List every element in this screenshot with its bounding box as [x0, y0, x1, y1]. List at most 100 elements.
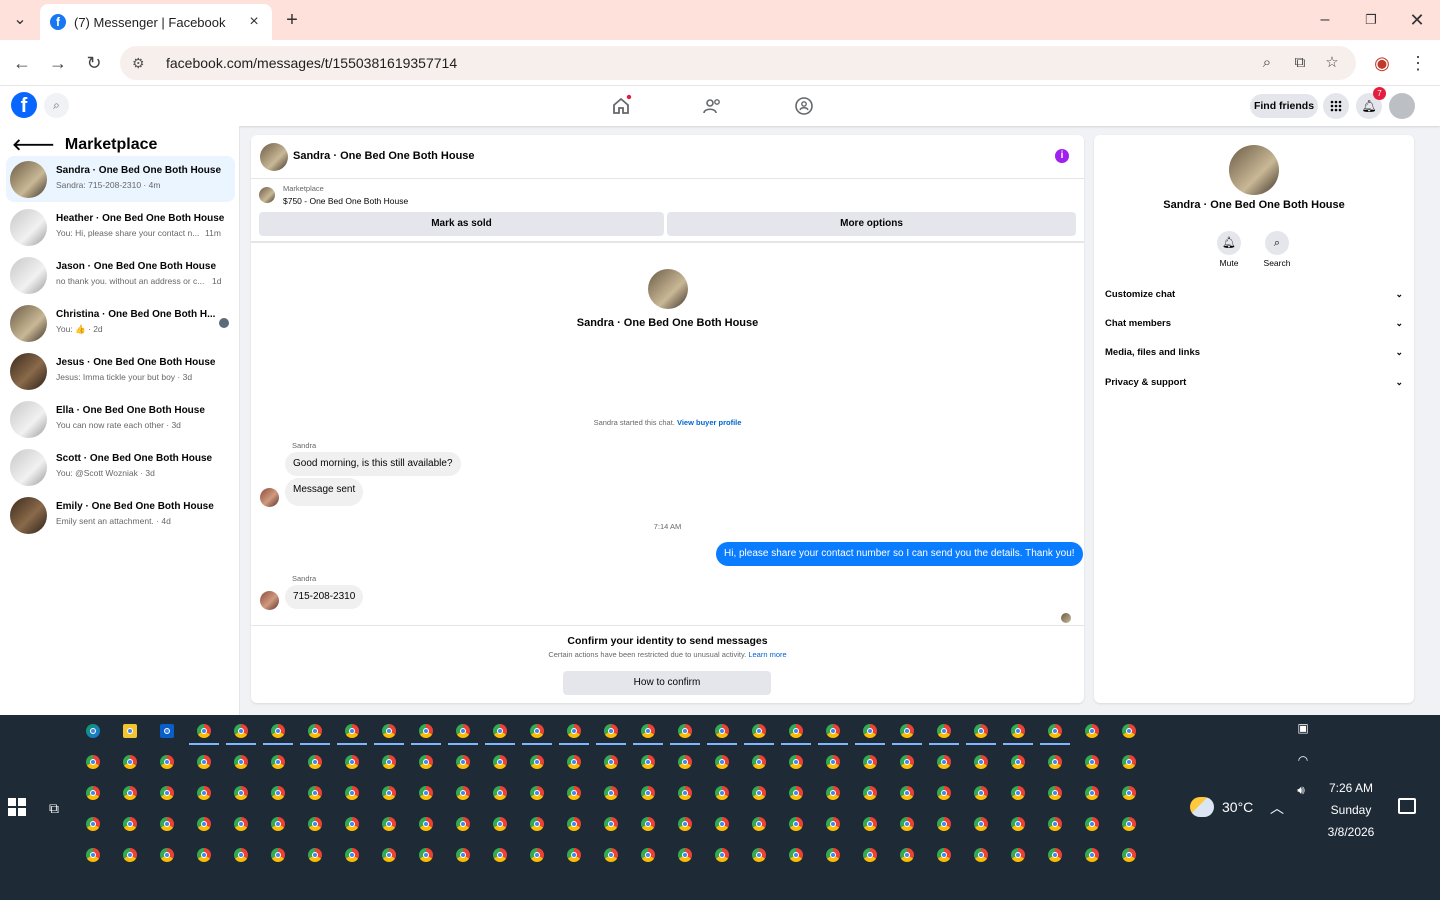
- close-tab-icon[interactable]: ×: [246, 13, 262, 31]
- menu-grid-icon[interactable]: [1323, 93, 1349, 119]
- taskbar-app-icon[interactable]: [123, 724, 137, 738]
- taskbar-app-icon[interactable]: [1085, 848, 1099, 862]
- taskbar-app-icon[interactable]: [1048, 724, 1062, 738]
- taskbar-app-icon[interactable]: [456, 724, 470, 738]
- taskbar-app-icon[interactable]: [715, 817, 729, 831]
- info-section[interactable]: Customize chat ⌄: [1105, 289, 1403, 305]
- taskbar-app-icon[interactable]: [937, 817, 951, 831]
- message-bubble[interactable]: Message sent: [285, 478, 364, 506]
- info-section[interactable]: Privacy & support ⌄: [1105, 377, 1403, 393]
- taskbar-app-icon[interactable]: [1085, 755, 1099, 769]
- taskbar-app-icon[interactable]: [493, 786, 507, 800]
- taskbar-app-icon[interactable]: [530, 724, 544, 738]
- mute-button[interactable]: 🔔︎ Mute: [1209, 231, 1249, 268]
- taskbar-app-icon[interactable]: [1048, 848, 1062, 862]
- taskbar-app-icon[interactable]: [1048, 817, 1062, 831]
- taskbar-app-icon[interactable]: [160, 755, 174, 769]
- taskbar-app-icon[interactable]: [234, 724, 248, 738]
- taskbar-app-icon[interactable]: [604, 817, 618, 831]
- chat-avatar[interactable]: [260, 143, 288, 171]
- taskbar-app-icon[interactable]: [530, 848, 544, 862]
- taskbar-app-icon[interactable]: [271, 817, 285, 831]
- taskbar-app-icon[interactable]: [456, 755, 470, 769]
- taskbar-app-icon[interactable]: [271, 755, 285, 769]
- taskbar-app-icon[interactable]: [86, 724, 100, 738]
- taskbar-app-icon[interactable]: [345, 786, 359, 800]
- taskbar-app-icon[interactable]: [604, 786, 618, 800]
- listing-thumbnail[interactable]: [259, 187, 275, 203]
- taskbar-app-icon[interactable]: [974, 786, 988, 800]
- taskbar-app-icon[interactable]: [160, 848, 174, 862]
- view-buyer-profile-link[interactable]: View buyer profile: [677, 418, 741, 427]
- taskbar-app-icon[interactable]: [160, 786, 174, 800]
- taskbar-app-icon[interactable]: [197, 724, 211, 738]
- taskbar-app-icon[interactable]: [974, 755, 988, 769]
- taskbar-app-icon[interactable]: [863, 786, 877, 800]
- taskbar-app-icon[interactable]: [1048, 786, 1062, 800]
- taskbar-app-icon[interactable]: [641, 724, 655, 738]
- taskbar-app-icon[interactable]: [789, 786, 803, 800]
- restore-icon[interactable]: ❐: [1359, 8, 1383, 32]
- taskbar-app-icon[interactable]: [382, 755, 396, 769]
- taskbar-app-icon[interactable]: [752, 848, 766, 862]
- taskbar-app-icon[interactable]: [752, 817, 766, 831]
- conversation-item[interactable]: Emily · One Bed One Both House Emily sent…: [6, 492, 235, 538]
- conversation-item[interactable]: Jason · One Bed One Both House no thank y…: [6, 252, 235, 298]
- taskbar-app-icon[interactable]: [678, 848, 692, 862]
- taskbar-app-icon[interactable]: [567, 755, 581, 769]
- taskbar-app-icon[interactable]: [123, 755, 137, 769]
- taskbar-app-icon[interactable]: [197, 755, 211, 769]
- profile-avatar[interactable]: [647, 269, 688, 309]
- taskbar-app-icon[interactable]: [419, 724, 433, 738]
- bookmark-star-icon[interactable]: ☆: [1320, 51, 1344, 75]
- task-view-icon[interactable]: ⧉: [44, 798, 64, 818]
- taskbar-app-icon[interactable]: [530, 755, 544, 769]
- taskbar-app-icon[interactable]: [974, 724, 988, 738]
- taskbar-app-icon[interactable]: [308, 755, 322, 769]
- taskbar-app-icon[interactable]: [863, 724, 877, 738]
- taskbar-app-icon[interactable]: [123, 817, 137, 831]
- taskbar-app-icon[interactable]: [900, 724, 914, 738]
- friends-icon[interactable]: [700, 94, 724, 118]
- taskbar-app-icon[interactable]: [1011, 817, 1025, 831]
- taskbar-app-icon[interactable]: [641, 755, 655, 769]
- learn-more-link[interactable]: Learn more: [748, 650, 786, 659]
- taskbar-app-icon[interactable]: [382, 724, 396, 738]
- taskbar-app-icon[interactable]: [863, 755, 877, 769]
- listing-title[interactable]: $750 - One Bed One Both House: [283, 196, 408, 206]
- taskbar-app-icon[interactable]: [678, 724, 692, 738]
- find-friends-button[interactable]: Find friends: [1250, 94, 1318, 118]
- notification-center-icon[interactable]: [1398, 798, 1416, 814]
- taskbar-app-icon[interactable]: [419, 755, 433, 769]
- taskbar-app-icon[interactable]: [789, 724, 803, 738]
- taskbar-app-icon[interactable]: [456, 786, 470, 800]
- taskbar-app-icon[interactable]: [752, 786, 766, 800]
- taskbar-app-icon[interactable]: [715, 848, 729, 862]
- taskbar-app-icon[interactable]: [604, 724, 618, 738]
- taskbar-app-icon[interactable]: [641, 848, 655, 862]
- taskbar-app-icon[interactable]: [752, 755, 766, 769]
- taskbar-app-icon[interactable]: [937, 724, 951, 738]
- taskbar-app-icon[interactable]: [715, 724, 729, 738]
- mark-as-sold-button[interactable]: Mark as sold: [259, 212, 664, 236]
- taskbar-app-icon[interactable]: [567, 848, 581, 862]
- taskbar-app-icon[interactable]: [1011, 755, 1025, 769]
- taskbar-app-icon[interactable]: [974, 817, 988, 831]
- taskbar-app-icon[interactable]: [1122, 755, 1136, 769]
- taskbar-app-icon[interactable]: [1011, 848, 1025, 862]
- taskbar-app-icon[interactable]: [86, 817, 100, 831]
- taskbar-app-icon[interactable]: [937, 848, 951, 862]
- taskbar-app-icon[interactable]: [493, 817, 507, 831]
- info-section[interactable]: Media, files and links ⌄: [1105, 347, 1403, 363]
- taskbar-app-icon[interactable]: [1122, 817, 1136, 831]
- taskbar-app-icon[interactable]: [160, 724, 174, 738]
- taskbar-app-icon[interactable]: [1122, 786, 1136, 800]
- taskbar-app-icon[interactable]: [752, 724, 766, 738]
- taskbar-app-icon[interactable]: [1085, 786, 1099, 800]
- taskbar-app-icon[interactable]: [530, 786, 544, 800]
- show-hidden-icons-icon[interactable]: ︿: [1270, 798, 1284, 818]
- my-message-bubble[interactable]: Hi, please share your contact number so …: [716, 542, 1083, 566]
- taskbar-app-icon[interactable]: [789, 848, 803, 862]
- taskbar-app-icon[interactable]: [345, 848, 359, 862]
- taskbar-app-icon[interactable]: [715, 786, 729, 800]
